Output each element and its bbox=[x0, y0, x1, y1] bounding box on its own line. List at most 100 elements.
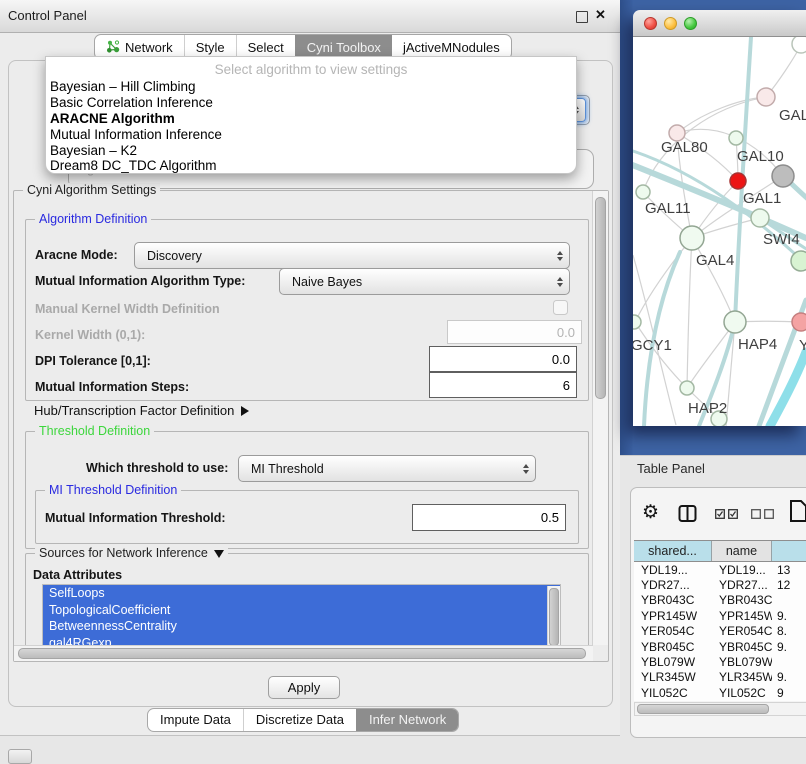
table-cell[interactable]: YBR043C bbox=[634, 593, 712, 607]
aracne-mode-combo[interactable]: Discovery bbox=[134, 242, 570, 269]
minimize-traffic-light[interactable] bbox=[664, 17, 677, 30]
node-topright[interactable] bbox=[792, 37, 806, 53]
table-row[interactable]: YER054CYER054C8. bbox=[634, 624, 806, 639]
algorithm-option-basic-correlation[interactable]: Basic Correlation Inference bbox=[50, 95, 213, 110]
table-row[interactable]: YBL079WYBL079W bbox=[634, 654, 806, 669]
table-cell[interactable]: YIL052C bbox=[712, 686, 772, 700]
node-swi4[interactable] bbox=[791, 251, 806, 271]
node-gray[interactable] bbox=[772, 165, 794, 187]
settings-vertical-scrollbar[interactable] bbox=[592, 191, 608, 645]
table-cell[interactable]: YBL079W bbox=[634, 655, 712, 669]
table-cell[interactable]: YBR043C bbox=[712, 593, 772, 607]
column-header-third[interactable] bbox=[772, 541, 806, 561]
table-cell[interactable]: YPR145W bbox=[634, 609, 712, 623]
table-cell[interactable]: 12 bbox=[772, 578, 806, 592]
table-row[interactable]: YPR145WYPR145W9. bbox=[634, 608, 806, 623]
table-row[interactable]: YBR045CYBR045C9. bbox=[634, 639, 806, 654]
table-cell[interactable]: 9. bbox=[772, 670, 806, 684]
which-threshold-label: Which threshold to use: bbox=[86, 461, 228, 475]
gear-icon[interactable]: ⚙ bbox=[642, 501, 659, 524]
zoom-traffic-light[interactable] bbox=[684, 17, 697, 30]
mi-algorithm-type-combo[interactable]: Naive Bayes bbox=[279, 268, 570, 295]
float-window-icon[interactable] bbox=[576, 11, 588, 23]
table-row[interactable]: YLR345WYLR345W9. bbox=[634, 670, 806, 685]
table-cell[interactable]: 9. bbox=[772, 640, 806, 654]
table-cell[interactable]: 8. bbox=[772, 624, 806, 638]
which-threshold-combo[interactable]: MI Threshold bbox=[238, 455, 536, 482]
table-cell[interactable]: YBR045C bbox=[634, 640, 712, 654]
scrollbar-thumb[interactable] bbox=[637, 704, 769, 714]
table-cell[interactable]: YPR145W bbox=[712, 609, 772, 623]
settings-horizontal-scrollbar[interactable] bbox=[14, 645, 593, 661]
attribute-item[interactable]: SelfLoops bbox=[43, 585, 560, 602]
table-cell[interactable]: YER054C bbox=[712, 624, 772, 638]
table-horizontal-scrollbar[interactable] bbox=[634, 702, 806, 716]
sources-title[interactable]: Sources for Network Inference bbox=[35, 546, 228, 560]
network-canvas[interactable]: GALGAL80GAL10GAL1GAL11GAL4SWI4GCY1HAP4YH… bbox=[633, 37, 806, 426]
table-row[interactable]: YDR27...YDR27...12 bbox=[634, 577, 806, 592]
node-gal1[interactable] bbox=[751, 209, 769, 227]
node-salmon[interactable] bbox=[792, 313, 806, 331]
table-row[interactable]: YBR043CYBR043C bbox=[634, 593, 806, 608]
list-scrollbar[interactable] bbox=[547, 586, 560, 652]
close-traffic-light[interactable] bbox=[644, 17, 657, 30]
algorithm-option-aracne[interactable]: ARACNE Algorithm bbox=[50, 111, 175, 126]
algorithm-option-dream8[interactable]: Dream8 DC_TDC Algorithm bbox=[50, 158, 217, 173]
algorithm-option-bayesian-hill-climbing[interactable]: Bayesian – Hill Climbing bbox=[50, 79, 196, 94]
column-header-shared[interactable]: shared... bbox=[634, 541, 712, 561]
mi-steps-field[interactable]: 6 bbox=[429, 372, 577, 398]
scrollbar-thumb[interactable] bbox=[595, 197, 606, 399]
expander-arrow-icon bbox=[241, 406, 249, 416]
table-body: YDL19...YDL19...13YDR27...YDR27...12YBR0… bbox=[634, 562, 806, 701]
attribute-item[interactable]: TopologicalCoefficient bbox=[43, 602, 560, 619]
table-cell[interactable]: YBL079W bbox=[712, 655, 772, 669]
table-cell[interactable]: YBR045C bbox=[712, 640, 772, 654]
combo-arrows-icon bbox=[517, 464, 535, 474]
table-cell[interactable]: YDR27... bbox=[712, 578, 772, 592]
table-cell[interactable]: YIL052C bbox=[634, 686, 712, 700]
hub-transcription-expander[interactable]: Hub/Transcription Factor Definition bbox=[34, 403, 249, 418]
tab-network-label: Network bbox=[125, 40, 173, 55]
hide-columns-icon[interactable] bbox=[751, 509, 775, 519]
scrollbar-thumb[interactable] bbox=[549, 588, 559, 646]
table-cell[interactable]: YLR345W bbox=[634, 670, 712, 684]
algorithm-definition-group: Algorithm Definition Aracne Mode: Discov… bbox=[25, 219, 589, 401]
tab-impute-data[interactable]: Impute Data bbox=[148, 709, 243, 731]
node-hap4[interactable] bbox=[724, 311, 746, 333]
show-checked-columns-icon[interactable] bbox=[715, 509, 739, 519]
table-cell[interactable]: YDL19... bbox=[712, 563, 772, 577]
table-cell[interactable]: YDR27... bbox=[634, 578, 712, 592]
table-cell[interactable]: 9. bbox=[772, 609, 806, 623]
apply-button[interactable]: Apply bbox=[268, 676, 340, 699]
tab-discretize-data[interactable]: Discretize Data bbox=[243, 709, 356, 731]
attribute-item[interactable]: BetweennessCentrality bbox=[43, 618, 560, 635]
node-red[interactable] bbox=[730, 173, 746, 189]
table-cell[interactable]: 9 bbox=[772, 686, 806, 700]
scrollbar-thumb[interactable] bbox=[18, 648, 586, 659]
table-cell[interactable]: YLR345W bbox=[712, 670, 772, 684]
dpi-tolerance-field[interactable]: 0.0 bbox=[429, 346, 577, 372]
table-cell[interactable]: 13 bbox=[772, 563, 806, 577]
column-header-name[interactable]: name bbox=[712, 541, 772, 561]
algorithm-option-mutual-information[interactable]: Mutual Information Inference bbox=[50, 127, 222, 142]
table-cell[interactable]: YER054C bbox=[634, 624, 712, 638]
table-row[interactable]: YDL19...YDL19...13 bbox=[634, 562, 806, 577]
node-hap2-label: HAP2 bbox=[688, 400, 727, 417]
close-icon[interactable]: ✕ bbox=[595, 7, 606, 23]
table-cell[interactable]: YDL19... bbox=[634, 563, 712, 577]
document-icon[interactable] bbox=[789, 499, 806, 523]
columns-icon[interactable] bbox=[678, 504, 697, 523]
node-hap2[interactable] bbox=[680, 381, 694, 395]
node-hap4-label: HAP4 bbox=[738, 336, 777, 353]
node-pink-top[interactable] bbox=[757, 88, 775, 106]
tab-select-label: Select bbox=[248, 40, 284, 55]
node-gal11[interactable] bbox=[636, 185, 650, 199]
node-gal10[interactable] bbox=[729, 131, 743, 145]
mi-threshold-field[interactable]: 0.5 bbox=[412, 504, 566, 531]
node-gcy1[interactable] bbox=[633, 315, 641, 329]
table-row[interactable]: YIL052CYIL052C9 bbox=[634, 685, 806, 700]
algorithm-option-bayesian-k2[interactable]: Bayesian – K2 bbox=[50, 143, 137, 158]
node-swi4-label: SWI4 bbox=[763, 231, 800, 248]
node-gal4[interactable] bbox=[680, 226, 704, 250]
tab-infer-network[interactable]: Infer Network bbox=[356, 709, 458, 731]
